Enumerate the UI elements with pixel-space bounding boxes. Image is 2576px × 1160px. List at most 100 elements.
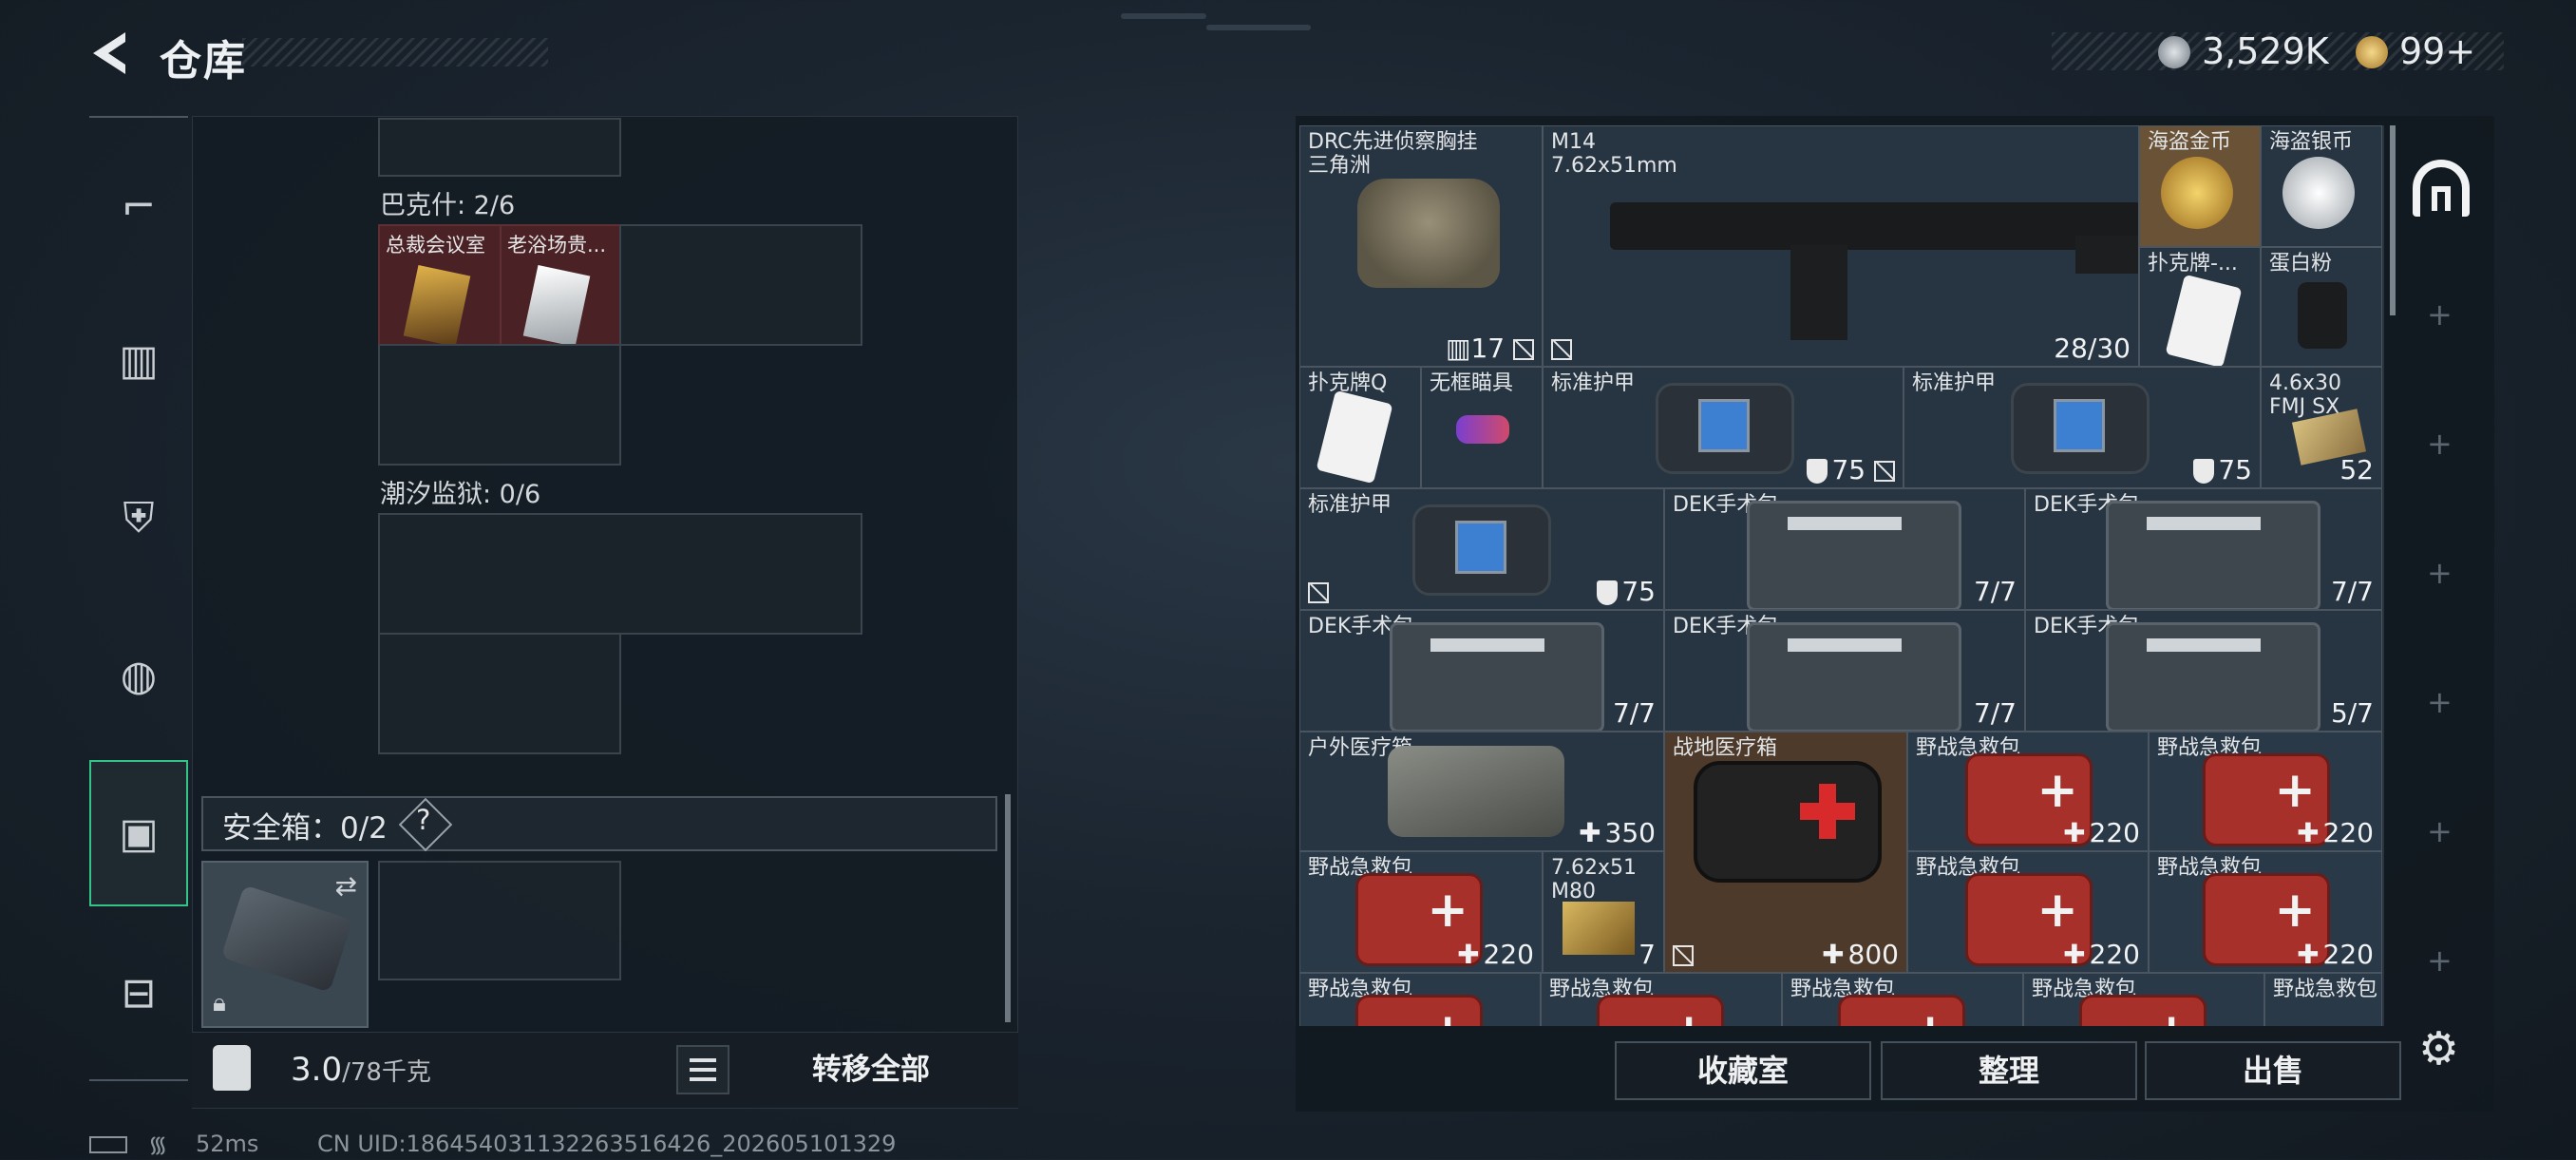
item-outdoor-medical-box[interactable]: 户外医疗箱 ✚ 350: [1299, 732, 1664, 851]
no-insure-icon: [1308, 582, 1329, 603]
item-field-first-aid[interactable]: 野战急救包 ✚220: [1907, 851, 2149, 973]
item-field-first-aid[interactable]: 野战急救包: [2023, 973, 2264, 1026]
safe-box-item[interactable]: ⇄ 🔒︎: [201, 861, 369, 1028]
field-medical-box-icon: [1694, 761, 1882, 883]
sell-button[interactable]: 出售: [2145, 1041, 2401, 1100]
item-dek-surgery-kit[interactable]: DEK手术包 7/7: [1299, 610, 1664, 732]
silver-coin-icon: [2158, 36, 2190, 68]
item-poker-card[interactable]: 扑克牌-...: [2139, 247, 2261, 367]
settings-gear-icon[interactable]: ⚙: [2418, 1022, 2459, 1075]
stash-scrollbar[interactable]: [2390, 125, 2396, 315]
item-field-first-aid[interactable]: 野战急救包 ✚220: [2149, 732, 2382, 851]
grid-cell[interactable]: [619, 224, 862, 346]
sort-button[interactable]: 整理: [1881, 1041, 2137, 1100]
chest-rig-icon: [1357, 179, 1500, 288]
nav-case[interactable]: ⊟: [89, 941, 188, 1045]
add-tab-icon[interactable]: +: [2427, 555, 2453, 591]
add-tab-icon[interactable]: +: [2427, 813, 2453, 849]
add-tab-icon[interactable]: +: [2427, 296, 2453, 333]
item-field-first-aid[interactable]: 野战急救包: [1299, 973, 1541, 1026]
item-pirate-gold-coin[interactable]: 海盗金币: [2139, 125, 2261, 247]
page-title: 仓库: [160, 37, 247, 86]
nav-armor[interactable]: ⛨: [89, 466, 188, 570]
backpack-icon: ◍: [120, 651, 158, 700]
safe-box-icon: [220, 884, 353, 993]
item-dek-surgery-kit[interactable]: DEK手术包 5/7: [2025, 610, 2382, 732]
swap-icon[interactable]: ⇄: [335, 870, 357, 902]
back-arrow-icon[interactable]: [87, 29, 131, 78]
shield-icon: [2193, 459, 2215, 484]
battery-icon: [89, 1136, 127, 1153]
item-poker-q[interactable]: 扑克牌Q: [1299, 367, 1421, 488]
nav-container[interactable]: ▣: [89, 760, 188, 906]
background-streak: [1206, 25, 1311, 30]
weight-readout: 3.0/78千克: [291, 1051, 431, 1089]
wifi-icon: ᯾: [148, 1131, 168, 1158]
tide-prison-label: 潮汐监狱: 0/6: [380, 480, 541, 509]
scrollbar[interactable]: [1005, 794, 1011, 1022]
item-ammo-7-62x51[interactable]: 7.62x51 M80 7: [1543, 851, 1664, 973]
stash-tab-icon-inner: [2432, 186, 2451, 211]
add-tab-icon[interactable]: +: [2427, 684, 2453, 720]
item-field-first-aid[interactable]: 野战急救包 ✚220: [1299, 851, 1543, 973]
add-tab-icon[interactable]: +: [2427, 942, 2453, 979]
item-drc-chest-rig[interactable]: DRC先进侦察胸挂 三角洲 ▥17: [1299, 125, 1543, 367]
item-pirate-silver-coin[interactable]: 海盗银币: [2261, 125, 2382, 247]
nav-backpack[interactable]: ◍: [89, 623, 188, 728]
item-field-first-aid[interactable]: 野战急救包 ✚220: [2149, 851, 2382, 973]
add-tab-icon[interactable]: +: [2427, 426, 2453, 462]
card-icon: [2165, 274, 2243, 366]
plus-icon: ✚: [2297, 817, 2320, 848]
item-m14-rifle[interactable]: M14 7.62x51mm 28/30: [1543, 125, 2139, 367]
item-field-first-aid[interactable]: 野战急救包: [1541, 973, 1782, 1026]
collection-room-button[interactable]: 收藏室: [1615, 1041, 1871, 1100]
item-field-medical-box[interactable]: 战地医疗箱 ✚ 800: [1664, 732, 1907, 973]
item-field-first-aid[interactable]: 野战急救包: [1782, 973, 2023, 1026]
armor-icon: [2011, 383, 2150, 474]
item-protein-powder[interactable]: 蛋白粉: [2261, 247, 2382, 367]
item-field-first-aid[interactable]: 野战急救包 ✚220: [1907, 732, 2149, 851]
key-card-bathhouse[interactable]: 老浴场贵...: [500, 224, 621, 346]
surgery-kit-icon: [1747, 622, 1961, 731]
item-standard-armor[interactable]: 标准护甲 75: [1543, 367, 1904, 488]
plus-icon: ✚: [2297, 939, 2320, 970]
grid-cell[interactable]: [378, 344, 621, 466]
list-view-button[interactable]: [676, 1045, 729, 1094]
item-dek-surgery-kit[interactable]: DEK手术包 7/7: [1664, 488, 2025, 610]
armor-icon: ⛨: [123, 493, 155, 542]
grid-cell[interactable]: [378, 633, 621, 754]
grid-cell[interactable]: [378, 861, 621, 980]
transfer-all-button[interactable]: 转移全部: [747, 1039, 995, 1100]
item-frameless-sight[interactable]: 无框瞄具: [1421, 367, 1543, 488]
shield-icon: [1807, 459, 1828, 484]
grid-cell[interactable]: [378, 118, 621, 177]
help-text[interactable]: ?: [416, 804, 430, 836]
first-aid-icon: [1355, 995, 1483, 1026]
key-card-icon: [522, 265, 591, 344]
grid-cell[interactable]: [378, 513, 862, 635]
no-insure-icon: [1551, 339, 1572, 360]
card-icon: [1316, 390, 1393, 485]
plus-icon: ✚: [1579, 817, 1601, 848]
vest-icon: ▥: [119, 335, 159, 385]
item-standard-armor[interactable]: 标准护甲 75: [1904, 367, 2261, 488]
key-card-boardroom[interactable]: 总裁会议室: [378, 224, 502, 346]
ping: 52ms: [196, 1131, 259, 1157]
item-field-first-aid[interactable]: 野战急救包: [2264, 973, 2382, 1026]
no-insure-icon: [1874, 461, 1895, 482]
item-dek-surgery-kit[interactable]: DEK手术包 7/7: [1664, 610, 2025, 732]
plus-icon: ✚: [1457, 939, 1480, 970]
key-card-icon: [403, 265, 471, 344]
category-nav: [89, 116, 188, 1081]
item-standard-armor[interactable]: 标准护甲 75: [1299, 488, 1664, 610]
stash-grid: DRC先进侦察胸挂 三角洲 ▥17 M14 7.62x51mm 28/30 海盗…: [1299, 125, 2384, 1026]
gold-amount[interactable]: 99+: [2399, 30, 2475, 72]
no-insure-icon: [1513, 339, 1534, 360]
item-dek-surgery-kit[interactable]: DEK手术包 7/7: [2025, 488, 2382, 610]
container-icon: ▣: [119, 808, 159, 858]
item-ammo-4-6x30[interactable]: 4.6x30 FMJ SX 52: [2261, 367, 2382, 488]
no-insure-icon: [1673, 945, 1694, 966]
nav-vest[interactable]: ▥: [89, 308, 188, 412]
nav-weapon[interactable]: ⌐: [89, 154, 188, 258]
first-aid-icon: [1597, 995, 1724, 1026]
